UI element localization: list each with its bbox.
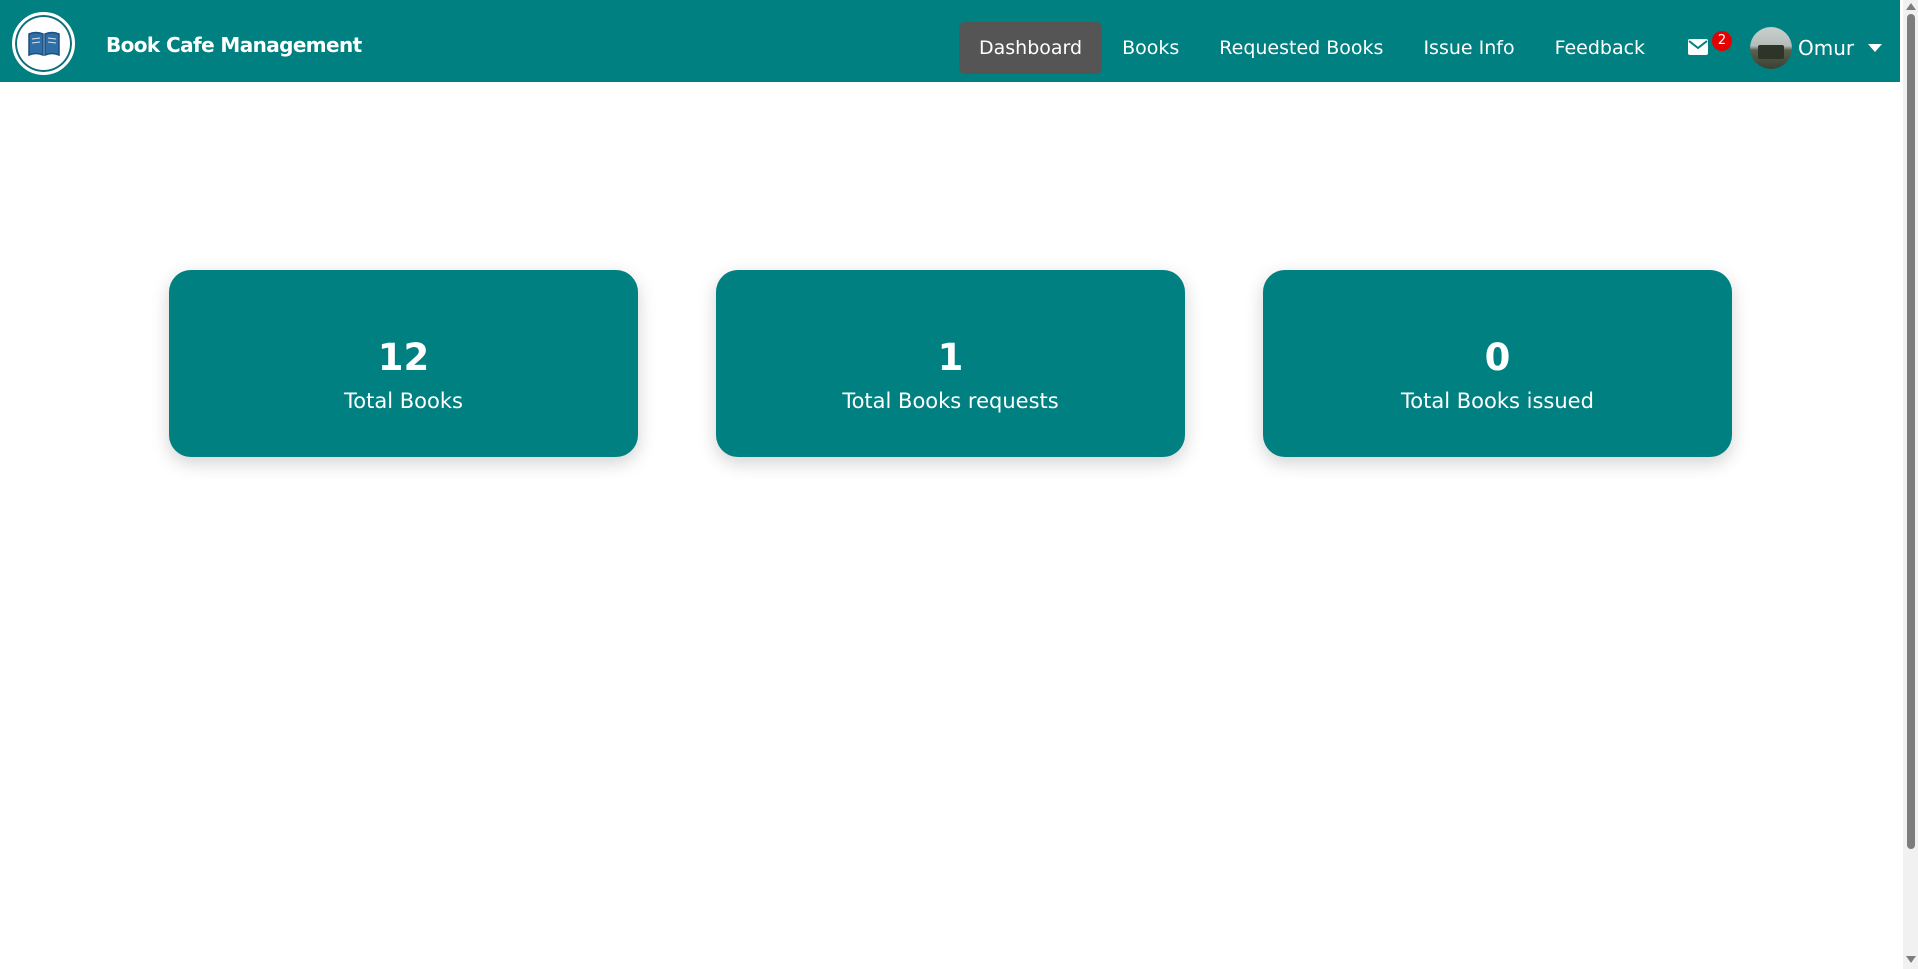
envelope-icon: [1688, 39, 1708, 55]
stat-value: 0: [1484, 336, 1511, 379]
nav-books[interactable]: Books: [1102, 22, 1199, 74]
stat-value: 12: [377, 336, 430, 379]
stat-value: 1: [937, 336, 964, 379]
top-navbar: Book Cafe Management Dashboard Books Req…: [0, 0, 1900, 82]
user-name: Omur: [1798, 36, 1855, 60]
book-icon: [27, 31, 60, 56]
scroll-thumb[interactable]: [1907, 14, 1915, 849]
avatar: [1750, 27, 1792, 69]
stat-label: Total Books: [344, 389, 463, 413]
caret-down-icon: [1868, 44, 1883, 52]
brand-name[interactable]: Book Cafe Management: [106, 33, 362, 57]
nav-requested-books[interactable]: Requested Books: [1199, 22, 1403, 74]
nav-issue-info[interactable]: Issue Info: [1403, 22, 1534, 74]
nav-links: Dashboard Books Requested Books Issue In…: [959, 22, 1665, 74]
user-menu[interactable]: Omur: [1750, 26, 1883, 70]
messages-count-badge: 2: [1712, 31, 1732, 51]
stat-card-total-requests: 1 Total Books requests: [716, 270, 1185, 457]
scroll-up-icon[interactable]: [1906, 3, 1916, 10]
page-scrollbar[interactable]: [1903, 0, 1918, 969]
messages-button[interactable]: [1688, 39, 1708, 55]
brand-logo[interactable]: [12, 12, 75, 75]
stat-label: Total Books issued: [1401, 389, 1594, 413]
stat-card-total-issued: 0 Total Books issued: [1263, 270, 1732, 457]
stat-card-total-books: 12 Total Books: [169, 270, 638, 457]
nav-feedback[interactable]: Feedback: [1535, 22, 1665, 74]
scroll-down-icon[interactable]: [1906, 956, 1916, 963]
nav-dashboard[interactable]: Dashboard: [959, 22, 1103, 74]
stat-label: Total Books requests: [842, 389, 1059, 413]
